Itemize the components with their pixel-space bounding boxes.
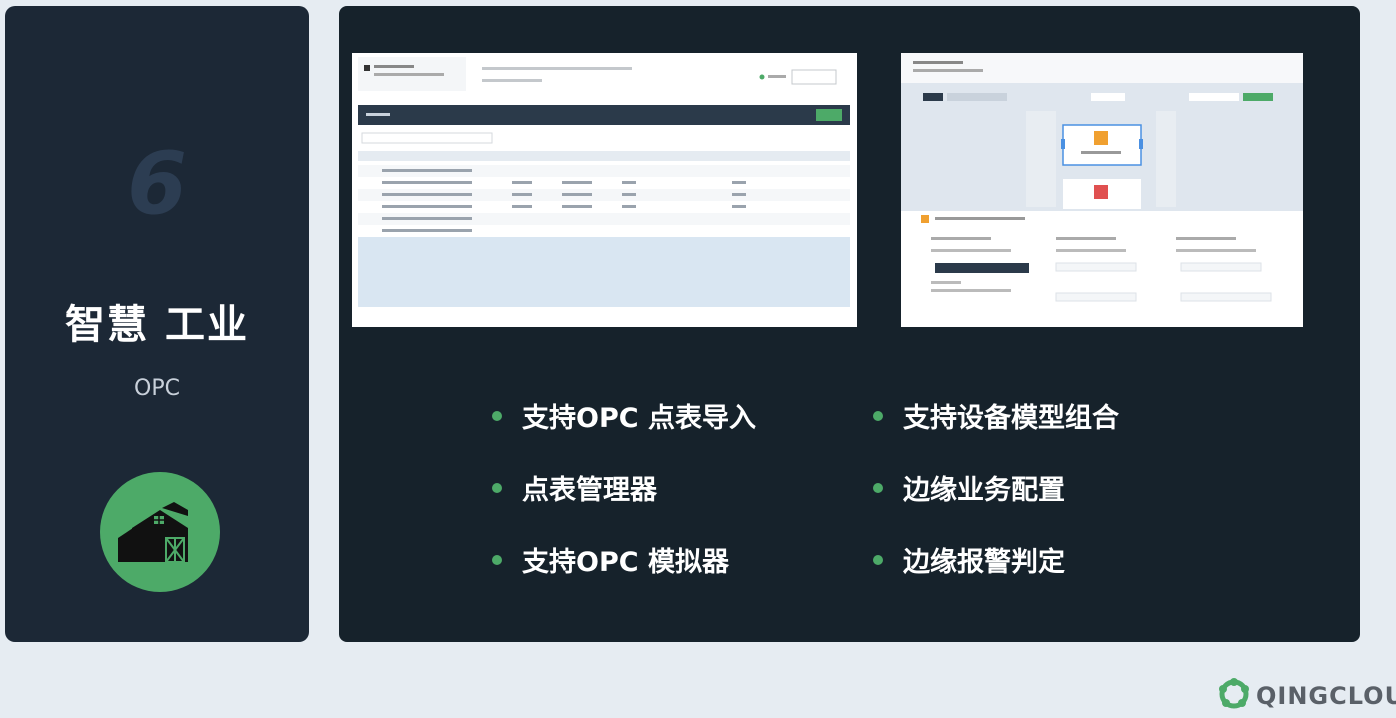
left-card: 6 智慧 工业 OPC: [5, 6, 309, 642]
logo-text: QINGCLOUD: [1256, 682, 1396, 710]
barn-icon: [100, 472, 220, 592]
feature-opc-simulator: 支持OPC 模拟器: [492, 540, 729, 579]
feature-opc-import: 支持OPC 点表导入: [492, 396, 756, 435]
feature-label: 支持OPC 点表导入: [522, 403, 756, 434]
section-number: 6: [127, 134, 187, 234]
bullet-icon: [492, 554, 502, 565]
feature-edge-alarm: 边缘报警判定: [873, 540, 1065, 579]
feature-point-manager: 点表管理器: [492, 468, 657, 507]
bullet-icon: [492, 482, 502, 493]
right-card: 支持OPC 点表导入 支持设备模型组合 点表管理器 边缘业务配置 支持OPC 模…: [339, 6, 1360, 642]
feature-label: 边缘业务配置: [903, 475, 1065, 506]
section-title: 智慧 工业: [65, 302, 249, 348]
feature-edge-config: 边缘业务配置: [873, 468, 1065, 507]
bullet-icon: [492, 410, 502, 421]
feature-label: 支持OPC 模拟器: [522, 547, 729, 578]
qingcloud-logo: QINGCLOUD: [1218, 678, 1396, 714]
bullet-icon: [873, 482, 883, 493]
opc-table-screenshot: [352, 53, 857, 327]
feature-label: 支持设备模型组合: [903, 403, 1119, 434]
feature-label: 边缘报警判定: [903, 547, 1065, 578]
section-subtitle: OPC: [134, 376, 180, 401]
qingcloud-logo-icon: [1218, 678, 1250, 714]
bullet-icon: [873, 554, 883, 565]
feature-device-model: 支持设备模型组合: [873, 396, 1119, 435]
feature-label: 点表管理器: [522, 475, 657, 506]
bullet-icon: [873, 410, 883, 421]
slide-canvas: 6 智慧 工业 OPC 支持OPC 点表导入 支持设备模型组合 点表管理器 边缘…: [0, 0, 1396, 718]
device-model-screenshot: [901, 53, 1303, 327]
